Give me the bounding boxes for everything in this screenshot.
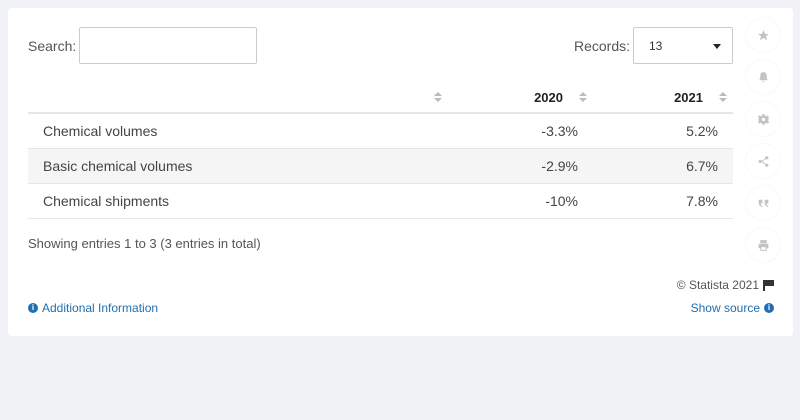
- column-header-2021[interactable]: 2021: [593, 83, 733, 114]
- additional-information-label: Additional Information: [42, 301, 159, 315]
- entries-summary: Showing entries 1 to 3 (3 entries in tot…: [28, 236, 261, 251]
- flag-icon[interactable]: [763, 279, 774, 291]
- share-button[interactable]: [746, 144, 780, 178]
- info-icon: i: [28, 303, 38, 313]
- search-label: Search:: [28, 38, 77, 54]
- records-label: Records:: [574, 38, 631, 54]
- table-row: Chemical shipments -10% 7.8%: [28, 183, 733, 219]
- row-name: Chemical shipments: [28, 183, 448, 219]
- table-row: Basic chemical volumes -2.9% 6.7%: [28, 148, 733, 184]
- sort-icon: [579, 92, 587, 104]
- copyright-text: © Statista 2021: [676, 278, 759, 292]
- favorite-button[interactable]: [746, 18, 780, 52]
- data-table: 2020 2021 Chemical volumes -3.3% 5.2% Ba…: [28, 83, 733, 219]
- sort-icon: [434, 92, 442, 104]
- records-value: 13: [649, 38, 663, 53]
- column-header-name[interactable]: [28, 83, 448, 114]
- print-button[interactable]: [746, 228, 780, 262]
- row-value-2020: -2.9%: [448, 148, 593, 184]
- copyright: © Statista 2021: [677, 278, 774, 292]
- side-toolbar: [746, 18, 780, 270]
- info-icon: i: [764, 303, 774, 313]
- quote-icon: [758, 199, 768, 207]
- row-value-2021: 5.2%: [593, 113, 733, 149]
- show-source-label: Show source: [690, 301, 760, 315]
- table-header-row: 2020 2021: [28, 83, 733, 114]
- chevron-down-icon: [713, 44, 721, 49]
- search-input[interactable]: [79, 27, 257, 64]
- show-source-link[interactable]: Show source i: [691, 301, 774, 315]
- gear-icon: [757, 113, 769, 125]
- records-select[interactable]: 13: [633, 27, 733, 64]
- settings-button[interactable]: [746, 102, 780, 136]
- print-icon: [758, 239, 768, 251]
- row-name: Chemical volumes: [28, 113, 448, 149]
- bell-icon: [758, 71, 768, 82]
- table-row: Chemical volumes -3.3% 5.2%: [28, 113, 733, 149]
- table-card: Search: Records: 13 2020 2021 Chemical v…: [8, 8, 793, 336]
- citation-button[interactable]: [746, 186, 780, 220]
- column-header-2020[interactable]: 2020: [448, 83, 593, 114]
- notification-button[interactable]: [746, 60, 780, 94]
- star-icon: [757, 29, 769, 40]
- row-value-2021: 6.7%: [593, 148, 733, 184]
- sort-icon: [719, 92, 727, 104]
- additional-information-link[interactable]: i Additional Information: [28, 301, 158, 315]
- row-value-2020: -10%: [448, 183, 593, 219]
- row-value-2020: -3.3%: [448, 113, 593, 149]
- row-value-2021: 7.8%: [593, 183, 733, 219]
- row-name: Basic chemical volumes: [28, 148, 448, 184]
- share-icon: [758, 155, 768, 167]
